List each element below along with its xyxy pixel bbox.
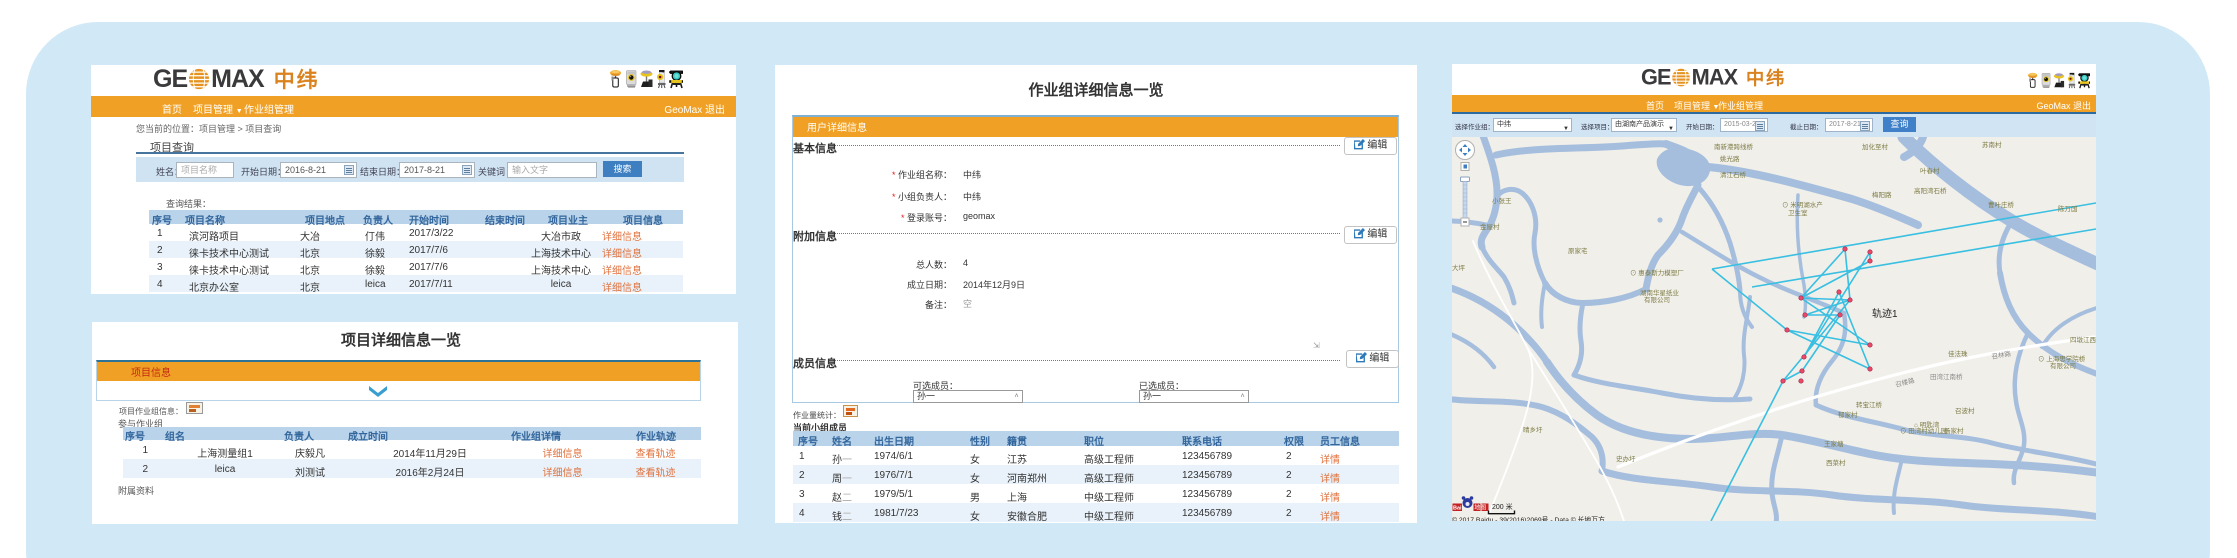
svg-text:⊙ 米明湖水产: ⊙ 米明湖水产 [1782,200,1823,209]
svg-text:王家塘: 王家塘 [1824,439,1844,448]
svg-text:大坪: 大坪 [1452,263,1466,272]
svg-text:南新港跨线桥: 南新港跨线桥 [1714,142,1754,151]
svg-text:四墩江西桥: 四墩江西桥 [2070,335,2096,344]
svg-text:⊙ 惠泰斯力模塑厂: ⊙ 惠泰斯力模塑厂 [1630,268,1684,277]
svg-text:金屋村: 金屋村 [1480,222,1500,231]
svg-text:高阳湾石桥: 高阳湾石桥 [1914,186,1947,195]
svg-text:200 米: 200 米 [1492,502,1513,511]
svg-text:叶春村: 叶春村 [1920,166,1940,175]
svg-text:田湾江南桥: 田湾江南桥 [1930,372,1963,381]
svg-text:Bai: Bai [1453,506,1462,512]
svg-text:转宝江桥: 转宝江桥 [1856,400,1883,409]
svg-text:晴乡圩: 晴乡圩 [1523,425,1543,434]
svg-text:清江石桥: 清江石桥 [1720,170,1747,179]
svg-text:⊙ 田湾村幼儿园: ⊙ 田湾村幼儿园 [1900,426,1947,435]
svg-text:曹叶庄桥: 曹叶庄桥 [1988,200,2015,209]
svg-text:地图: 地图 [1474,504,1486,512]
svg-text:姚光路: 姚光路 [1720,154,1740,163]
svg-text:郁家村: 郁家村 [1838,410,1858,419]
svg-text:苏南村: 苏南村 [1982,140,2002,149]
svg-text:加化至村: 加化至村 [1862,142,1889,151]
svg-text:小张王: 小张王 [1492,196,1512,205]
svg-text:陈万国: 陈万国 [2058,204,2078,213]
svg-text:召波村: 召波村 [1955,406,1975,415]
svg-text:佳法珠: 佳法珠 [1948,349,1968,358]
svg-text:卫生室: 卫生室 [1788,208,1808,217]
svg-text:史办圩: 史办圩 [1616,454,1636,463]
svg-text:轨迹1: 轨迹1 [1872,307,1898,320]
svg-text:梅阳路: 梅阳路 [1872,190,1892,199]
svg-text:原家宅: 原家宅 [1568,246,1588,255]
svg-text:西菜村: 西菜村 [1826,458,1846,467]
